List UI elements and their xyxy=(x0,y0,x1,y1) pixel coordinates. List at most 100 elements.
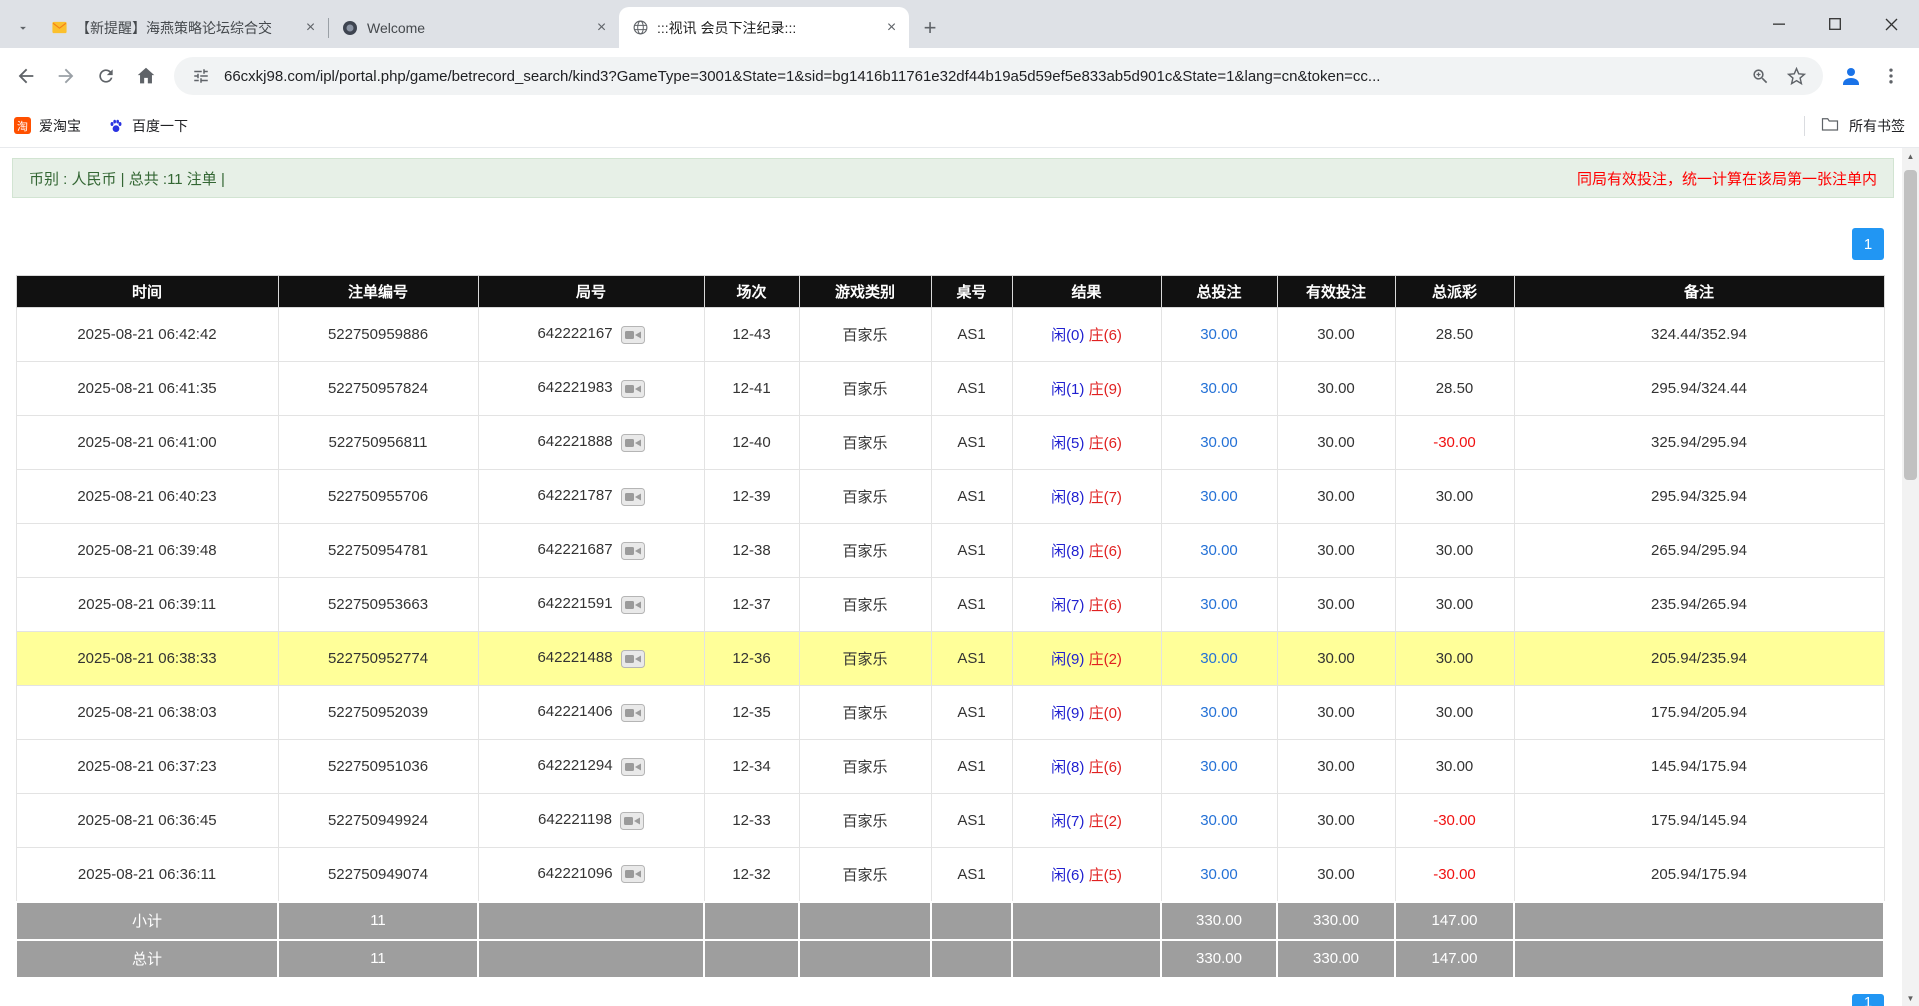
round-number: 642221198 xyxy=(538,811,612,828)
tab-welcome[interactable]: Welcome × xyxy=(329,7,619,48)
round-number: 642221591 xyxy=(537,595,612,612)
round-number: 642221406 xyxy=(537,703,612,720)
game-type-cell: 百家乐 xyxy=(799,848,931,902)
new-tab-button[interactable]: + xyxy=(915,13,945,43)
envelope-favicon-icon xyxy=(50,19,68,37)
session-cell: 12-33 xyxy=(704,794,799,848)
total-bet-link[interactable]: 30.00 xyxy=(1200,758,1238,775)
scroll-up-icon[interactable]: ▲ xyxy=(1902,148,1919,164)
round-number: 642221983 xyxy=(537,379,612,396)
zoom-icon[interactable] xyxy=(1747,63,1773,89)
payout-cell: 30.00 xyxy=(1395,686,1514,740)
valid-bet-cell: 30.00 xyxy=(1277,524,1395,578)
vertical-scrollbar[interactable]: ▲ ▼ xyxy=(1902,148,1919,1006)
summary-bar: 币别 : 人民币 | 总共 :11 注单 | 同局有效投注，统一计算在该局第一张… xyxy=(12,158,1894,198)
minimize-button[interactable] xyxy=(1751,0,1807,48)
bet-id-cell: 522750951036 xyxy=(278,740,478,794)
reload-button[interactable] xyxy=(88,58,124,94)
forward-arrow-icon xyxy=(55,65,77,87)
payout-cell: 30.00 xyxy=(1395,632,1514,686)
note-cell: 205.94/175.94 xyxy=(1514,848,1884,902)
forward-button[interactable] xyxy=(48,58,84,94)
tab-forum[interactable]: 【新提醒】海燕策略论坛综合交 × xyxy=(38,7,328,48)
page-1-button[interactable]: 1 xyxy=(1852,228,1884,260)
round-cell: 642221888 xyxy=(478,416,704,470)
profile-avatar-icon[interactable] xyxy=(1833,58,1869,94)
video-replay-icon[interactable] xyxy=(621,865,645,883)
session-cell: 12-32 xyxy=(704,848,799,902)
video-replay-icon[interactable] xyxy=(621,595,645,613)
total-bet-link[interactable]: 30.00 xyxy=(1200,488,1238,505)
total-bet-cell: 30.00 xyxy=(1161,794,1277,848)
url-text[interactable]: 66cxkj98.com/ipl/portal.php/game/betreco… xyxy=(224,68,1737,85)
round-cell: 642222167 xyxy=(478,308,704,362)
tab-bet-records[interactable]: :::视讯 会员下注纪录::: × xyxy=(619,7,909,48)
bookmark-star-icon[interactable] xyxy=(1783,63,1809,89)
video-replay-icon[interactable] xyxy=(621,325,645,343)
note-cell: 295.94/324.44 xyxy=(1514,362,1884,416)
bookmark-baidu[interactable]: 百度一下 xyxy=(107,116,188,136)
video-replay-icon[interactable] xyxy=(621,433,645,451)
video-replay-icon[interactable] xyxy=(621,379,645,397)
bookmark-taobao[interactable]: 淘 爱淘宝 xyxy=(14,116,81,136)
game-type-cell: 百家乐 xyxy=(799,470,931,524)
video-replay-icon[interactable] xyxy=(621,703,645,721)
total-bet-link[interactable]: 30.00 xyxy=(1200,542,1238,559)
column-header: 桌号 xyxy=(931,276,1012,308)
browser-menu-icon[interactable] xyxy=(1873,58,1909,94)
tab-close-icon[interactable]: × xyxy=(301,18,320,37)
player-result: 闲(9) xyxy=(1051,651,1084,668)
tab-title: :::视讯 会员下注纪录::: xyxy=(657,18,874,38)
video-replay-icon[interactable] xyxy=(621,541,645,559)
total-bet-link[interactable]: 30.00 xyxy=(1200,326,1238,343)
close-icon xyxy=(1885,18,1898,31)
note-cell: 145.94/175.94 xyxy=(1514,740,1884,794)
page-1-button-bottom[interactable]: 1 xyxy=(1852,994,1884,1006)
home-button[interactable] xyxy=(128,58,164,94)
total-bet-link[interactable]: 30.00 xyxy=(1200,380,1238,397)
column-header: 局号 xyxy=(478,276,704,308)
total-bet-link[interactable]: 30.00 xyxy=(1200,866,1238,883)
valid-bet-cell: 30.00 xyxy=(1277,416,1395,470)
video-replay-icon[interactable] xyxy=(621,757,645,775)
address-bar[interactable]: 66cxkj98.com/ipl/portal.php/game/betreco… xyxy=(174,57,1823,95)
payout-value: -30.00 xyxy=(1433,812,1476,829)
site-settings-icon[interactable] xyxy=(188,63,214,89)
round-number: 642222167 xyxy=(537,325,612,342)
tab-close-icon[interactable]: × xyxy=(882,18,901,37)
total-bet-link[interactable]: 30.00 xyxy=(1200,596,1238,613)
tab-search-button[interactable] xyxy=(8,7,38,48)
empty-cell xyxy=(478,940,704,978)
scrollbar-thumb[interactable] xyxy=(1904,170,1917,480)
all-bookmarks-button[interactable]: 所有书签 xyxy=(1804,116,1905,136)
bet-id-cell: 522750956811 xyxy=(278,416,478,470)
player-result: 闲(1) xyxy=(1051,381,1084,398)
video-replay-icon[interactable] xyxy=(621,649,645,667)
video-replay-icon[interactable] xyxy=(620,811,644,829)
total-label: 总计 xyxy=(16,940,278,978)
total-bet-link[interactable]: 30.00 xyxy=(1200,434,1238,451)
note-cell: 205.94/235.94 xyxy=(1514,632,1884,686)
bet-id-cell: 522750953663 xyxy=(278,578,478,632)
payout-value: 28.50 xyxy=(1436,380,1474,397)
video-replay-icon[interactable] xyxy=(621,487,645,505)
time-cell: 2025-08-21 06:38:33 xyxy=(16,632,278,686)
result-cell: 闲(0) 庄(6) xyxy=(1012,308,1161,362)
scroll-down-icon[interactable]: ▼ xyxy=(1902,990,1919,1006)
bet-id-cell: 522750952039 xyxy=(278,686,478,740)
banker-result: 庄(6) xyxy=(1089,435,1122,452)
total-bet-link[interactable]: 30.00 xyxy=(1200,704,1238,721)
time-cell: 2025-08-21 06:41:00 xyxy=(16,416,278,470)
table-no-cell: AS1 xyxy=(931,632,1012,686)
time-cell: 2025-08-21 06:39:11 xyxy=(16,578,278,632)
result-cell: 闲(7) 庄(6) xyxy=(1012,578,1161,632)
back-button[interactable] xyxy=(8,58,44,94)
close-window-button[interactable] xyxy=(1863,0,1919,48)
payout-cell: 28.50 xyxy=(1395,362,1514,416)
home-icon xyxy=(135,65,157,87)
total-bet-link[interactable]: 30.00 xyxy=(1200,650,1238,667)
subtotal-row: 小计 11 330.00 330.00 147.00 xyxy=(16,902,1884,940)
maximize-button[interactable] xyxy=(1807,0,1863,48)
tab-close-icon[interactable]: × xyxy=(592,18,611,37)
total-bet-link[interactable]: 30.00 xyxy=(1200,812,1238,829)
